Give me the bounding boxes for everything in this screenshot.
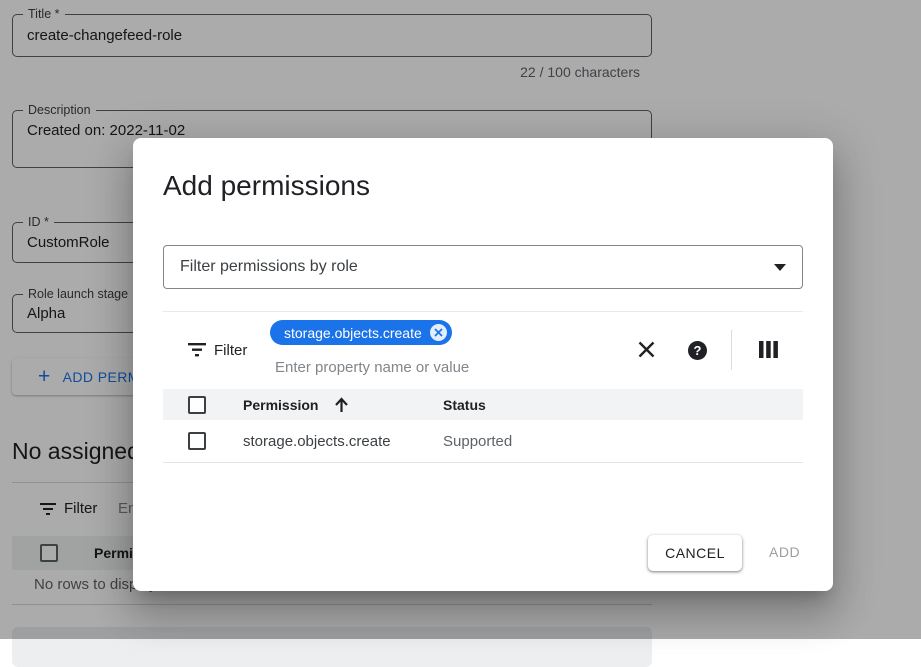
chip-remove-icon[interactable] (430, 324, 447, 341)
status-cell: Supported (443, 433, 512, 450)
filter-chip-label: storage.objects.create (284, 325, 422, 341)
filter-label[interactable]: Filter (214, 342, 247, 359)
permission-column-header[interactable]: Permission (243, 397, 318, 413)
permissions-table-header: Permission Status (163, 389, 803, 420)
role-select-placeholder: Filter permissions by role (180, 258, 358, 276)
table-row[interactable]: storage.objects.create Supported (163, 420, 803, 463)
clear-filter-icon[interactable] (638, 341, 655, 358)
add-button[interactable]: ADD (763, 543, 806, 561)
permissions-filter-toolbar: Filter storage.objects.create Enter prop… (163, 311, 803, 389)
filter-input[interactable]: Enter property name or value (275, 359, 469, 376)
row-checkbox[interactable] (188, 432, 206, 450)
sort-ascending-icon[interactable] (334, 397, 349, 413)
toolbar-divider (731, 330, 732, 370)
column-display-icon[interactable] (759, 341, 778, 358)
filter-permissions-by-role-select[interactable]: Filter permissions by role (163, 245, 803, 289)
filter-chip[interactable]: storage.objects.create (270, 320, 452, 345)
cancel-button[interactable]: CANCEL (648, 535, 742, 571)
chevron-down-icon (774, 264, 786, 271)
dialog-title: Add permissions (163, 170, 370, 202)
select-all-checkbox[interactable] (188, 396, 206, 414)
permission-cell: storage.objects.create (243, 433, 391, 450)
add-permissions-dialog: Add permissions Filter permissions by ro… (133, 138, 833, 591)
filter-funnel-icon (188, 343, 206, 357)
help-icon[interactable]: ? (688, 341, 707, 360)
status-column-header[interactable]: Status (443, 397, 486, 413)
